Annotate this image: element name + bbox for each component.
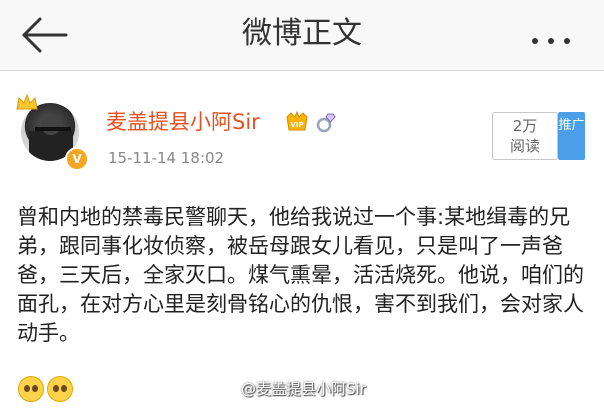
more-dots-icon xyxy=(532,38,538,44)
read-count-box: 2万 阅读 xyxy=(492,112,558,160)
post-card: V 麦盖提县小阿Sir VIP 15-11-14 18:02 2万 阅读 推广 … xyxy=(0,71,604,410)
more-options-button[interactable] xyxy=(532,29,574,44)
crown-icon xyxy=(16,93,38,110)
read-label: 阅读 xyxy=(509,137,540,155)
promote-label: 推广 xyxy=(558,118,585,133)
teary-face-icon xyxy=(18,376,44,402)
post-text: 曾和内地的禁毒民警聊天，他给我说过一个事:某地缉毒的兄弟，跟同事化妆侦察，被岳母… xyxy=(17,205,584,345)
top-navigation-bar: 微博正文 xyxy=(0,0,604,71)
page-title: 微博正文 xyxy=(242,16,362,51)
post-timestamp: 15-11-14 18:02 xyxy=(108,149,225,167)
svg-text:VIP: VIP xyxy=(290,121,303,129)
watermark: @麦盖提县小阿Sir xyxy=(241,380,366,398)
diamond-ring-icon[interactable] xyxy=(313,111,337,133)
emoji-row xyxy=(18,376,76,402)
user-avatar-area[interactable]: V xyxy=(15,93,89,171)
verified-v-icon: V xyxy=(65,147,89,171)
promote-button[interactable]: 推广 xyxy=(558,112,585,160)
vip-icon[interactable]: VIP xyxy=(284,110,310,134)
user-name[interactable]: 麦盖提县小阿Sir xyxy=(106,109,260,135)
teary-face-icon xyxy=(47,376,73,402)
read-count: 2万 xyxy=(512,117,538,135)
